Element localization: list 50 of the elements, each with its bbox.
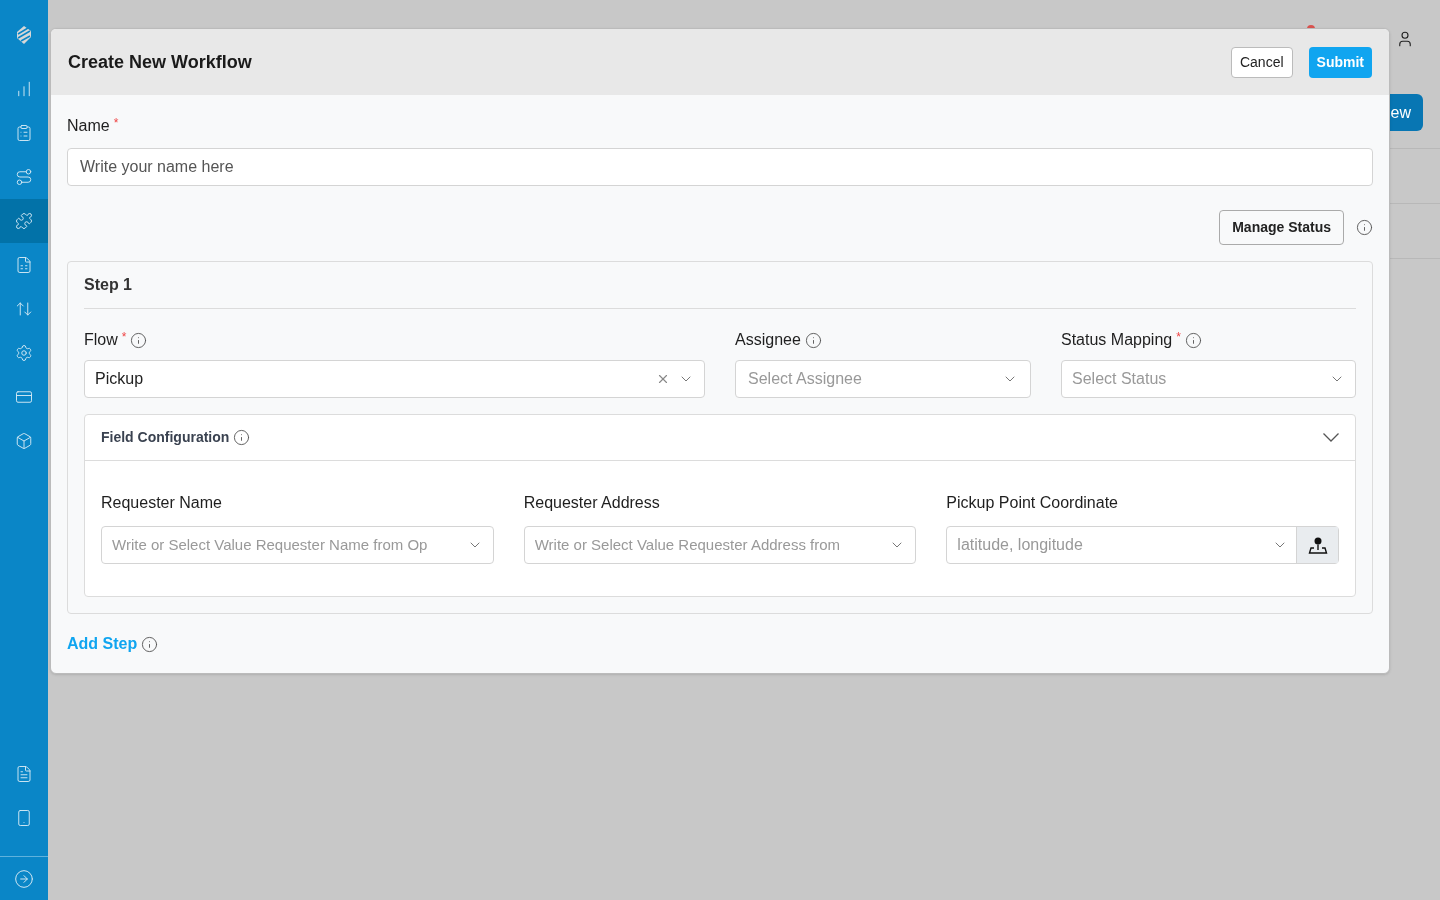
coordinate-field[interactable]: latitude, longitude xyxy=(946,526,1339,564)
info-icon xyxy=(130,331,148,349)
expand-button[interactable] xyxy=(14,868,34,889)
submit-button[interactable]: Submit xyxy=(1308,46,1372,78)
field-label: Status Mapping xyxy=(1061,330,1173,350)
info-icon xyxy=(804,331,822,349)
info-icon xyxy=(141,635,159,653)
settings-icon xyxy=(15,344,33,362)
field-configuration-header[interactable]: Field Configuration xyxy=(85,415,1355,461)
user-icon xyxy=(1396,30,1414,48)
required-mark: * xyxy=(1176,329,1181,346)
arrow-right-icon xyxy=(14,868,34,889)
status-select[interactable]: Select Status xyxy=(1061,360,1356,398)
puzzle-icon xyxy=(15,212,33,230)
file-icon xyxy=(15,765,33,783)
assignee-select[interactable]: Select Assignee xyxy=(735,360,1031,398)
info-icon xyxy=(233,429,251,446)
clear-icon xyxy=(656,372,670,386)
value-select[interactable]: Write or Select Value Requester Name from Op xyxy=(101,526,494,564)
chevron-down-icon xyxy=(1323,433,1339,442)
field-label: Flow xyxy=(84,330,118,350)
map-pin-button[interactable] xyxy=(1296,527,1338,563)
required-mark: * xyxy=(113,115,119,132)
field-label: Requester Name xyxy=(101,493,223,513)
field-label: Assignee xyxy=(735,330,801,350)
phone-icon xyxy=(15,809,33,827)
swap-icon xyxy=(15,300,33,318)
info-icon xyxy=(1184,331,1202,349)
cancel-button[interactable]: Cancel xyxy=(1230,46,1293,78)
name-field[interactable]: Write your name here xyxy=(67,148,1373,186)
required-mark: * xyxy=(121,329,127,346)
add-step-link[interactable]: Add Step xyxy=(67,632,138,656)
flow-select[interactable]: Pickup xyxy=(84,360,705,398)
manage-status-button[interactable]: Manage Status xyxy=(1219,210,1344,245)
field-label: Name xyxy=(67,116,110,136)
info-icon xyxy=(1356,219,1373,236)
person-pin-icon xyxy=(1307,535,1328,555)
field-label: Pickup Point Coordinate xyxy=(946,493,1119,513)
chart-icon xyxy=(15,80,33,98)
logo-icon xyxy=(15,25,33,45)
field-label: Requester Address xyxy=(523,493,661,513)
spreadsheet-icon xyxy=(15,256,33,274)
route-icon xyxy=(15,168,33,186)
box-icon xyxy=(15,432,33,450)
card-icon xyxy=(15,388,33,406)
clipboard-icon xyxy=(15,124,33,142)
step-title: Step 1 xyxy=(84,275,132,295)
value-select[interactable]: Write or Select Value Requester Address from xyxy=(523,526,917,564)
dialog-title: Create New Workflow xyxy=(68,50,252,74)
sidebar-item[interactable] xyxy=(0,199,48,243)
